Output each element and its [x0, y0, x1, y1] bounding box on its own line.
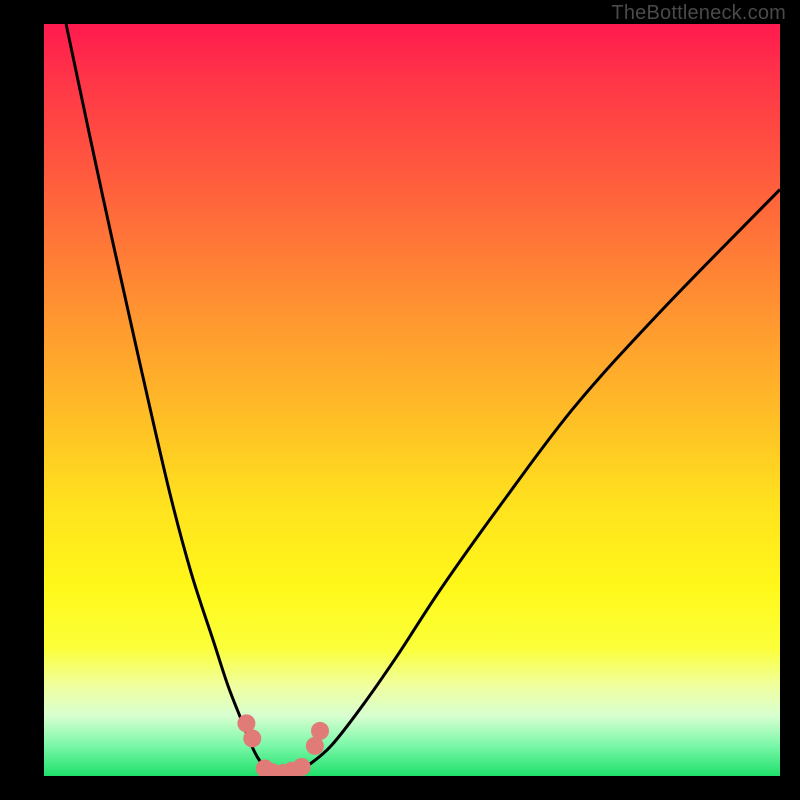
plot-area: [44, 24, 780, 776]
bottleneck-curve-right: [280, 189, 780, 776]
data-marker: [311, 722, 329, 740]
curve-overlay: [44, 24, 780, 776]
data-markers: [237, 714, 329, 776]
data-marker: [293, 758, 311, 776]
bottleneck-curve-left: [66, 24, 279, 776]
data-marker: [243, 729, 261, 747]
chart-frame: TheBottleneck.com: [0, 0, 800, 800]
watermark-text: TheBottleneck.com: [611, 2, 786, 25]
